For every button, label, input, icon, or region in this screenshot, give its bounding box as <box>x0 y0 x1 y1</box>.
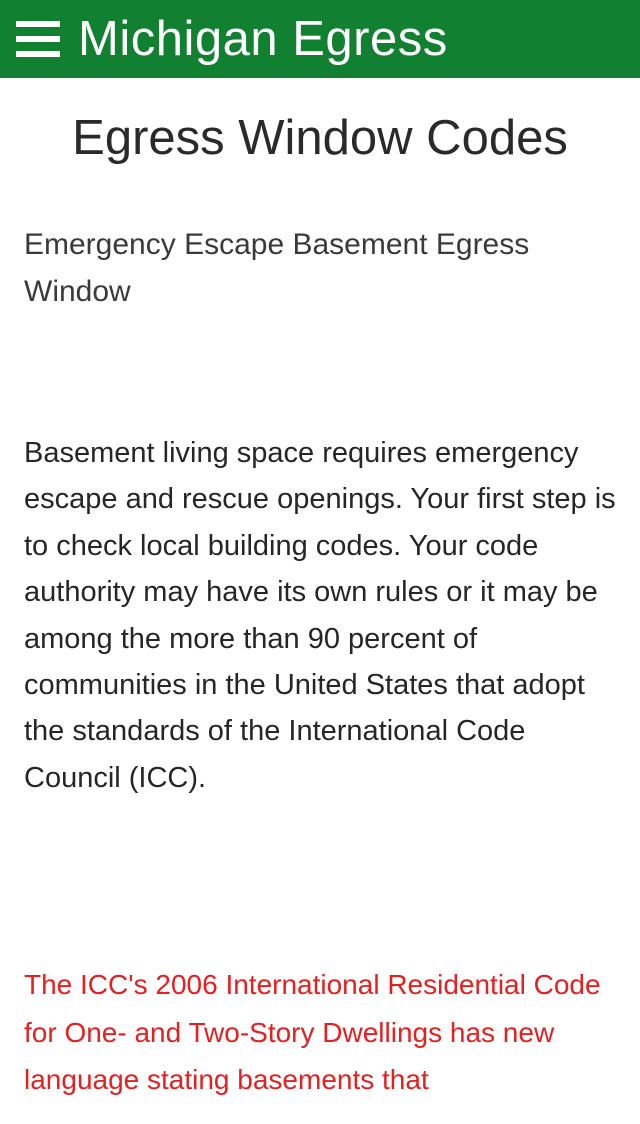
app-header: Michigan Egress <box>0 0 640 78</box>
page-title: Egress Window Codes <box>24 110 616 166</box>
article-subtitle: Emergency Escape Basement Egress Window <box>24 222 616 315</box>
main-content: Egress Window Codes Emergency Escape Bas… <box>0 78 640 1124</box>
hamburger-menu-icon[interactable] <box>16 21 60 57</box>
header-title: Michigan Egress <box>78 11 448 67</box>
body-paragraph: Basement living space requires emergency… <box>24 430 616 801</box>
highlight-paragraph: The ICC's 2006 International Residential… <box>24 961 616 1104</box>
